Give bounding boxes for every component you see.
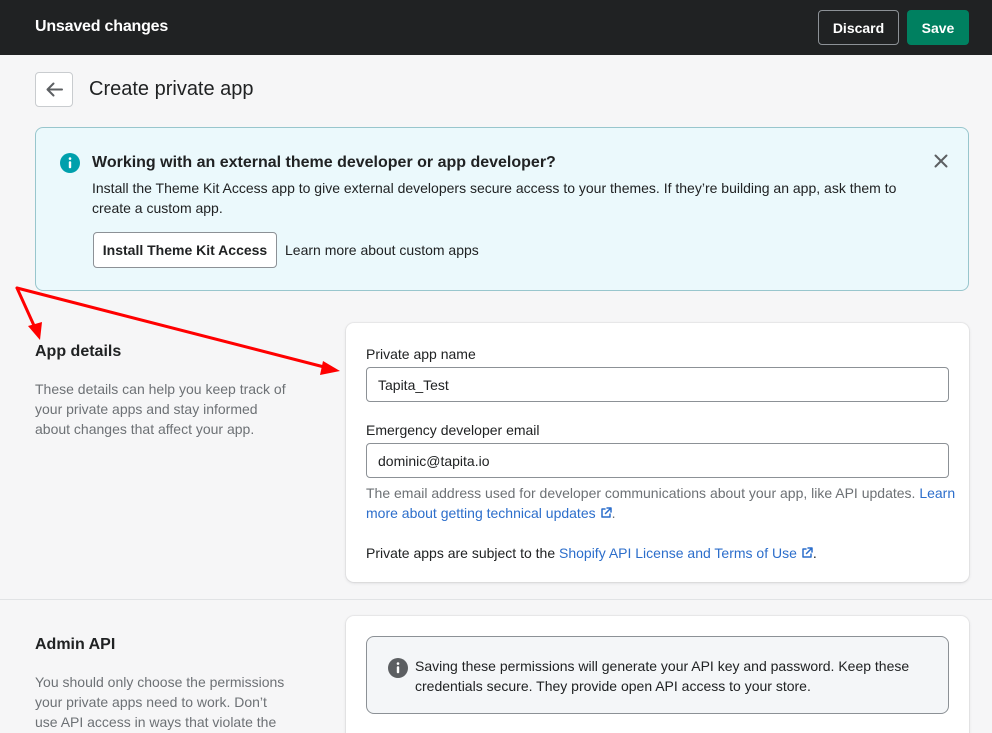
emergency-email-input[interactable]: [366, 443, 949, 478]
contextual-save-bar: Unsaved changes Discard Save: [0, 0, 992, 55]
terms-suffix: .: [812, 545, 817, 561]
admin-api-title: Admin API: [35, 636, 116, 653]
private-app-name-label: Private app name: [366, 346, 476, 362]
annotation-arrow-to-app-details: [15, 286, 42, 340]
install-theme-kit-button[interactable]: Install Theme Kit Access: [93, 232, 277, 268]
back-button[interactable]: [35, 72, 73, 107]
info-circle-icon: [60, 153, 80, 173]
api-terms-link-text: Shopify API License and Terms of Use: [559, 545, 797, 561]
arrow-left-icon: [46, 82, 63, 97]
info-circle-icon: [388, 658, 408, 678]
private-app-name-input[interactable]: [366, 367, 949, 402]
admin-api-description: You should only choose the permissions y…: [35, 674, 285, 730]
api-key-notice: Saving these permissions will generate y…: [366, 636, 949, 714]
annotation-arrow-to-app-name-field: [15, 286, 340, 375]
app-details-description: These details can help you keep track of…: [35, 381, 286, 437]
section-divider: [0, 599, 992, 600]
external-link-icon: [600, 507, 612, 518]
app-details-title: App details: [35, 343, 122, 360]
emergency-email-label: Emergency developer email: [366, 422, 540, 438]
terms-prefix: Private apps are subject to the: [366, 545, 556, 561]
learn-more-custom-apps-link[interactable]: Learn more about custom apps: [285, 242, 479, 258]
email-help-text: The email address used for developer com…: [366, 483, 956, 523]
banner-body: Install the Theme Kit Access app to give…: [92, 180, 897, 216]
external-link-icon: [802, 547, 813, 558]
terms-text: Private apps are subject to the Shopify …: [366, 543, 956, 563]
banner-title: Working with an external theme developer…: [92, 154, 556, 171]
save-button[interactable]: Save: [907, 10, 969, 45]
admin-api-card: Saving these permissions will generate y…: [346, 616, 969, 733]
info-banner: Working with an external theme developer…: [35, 127, 969, 291]
close-icon[interactable]: [934, 154, 948, 168]
email-help-suffix: .: [611, 505, 616, 521]
api-terms-link[interactable]: Shopify API License and Terms of Use: [559, 545, 813, 561]
email-help-prefix: The email address used for developer com…: [366, 485, 916, 501]
discard-button[interactable]: Discard: [818, 10, 899, 45]
page-title: Create private app: [89, 78, 254, 100]
app-details-card: Private app name Emergency developer ema…: [346, 323, 969, 582]
unsaved-changes-title: Unsaved changes: [35, 18, 169, 35]
api-key-notice-text: Saving these permissions will generate y…: [415, 658, 910, 694]
